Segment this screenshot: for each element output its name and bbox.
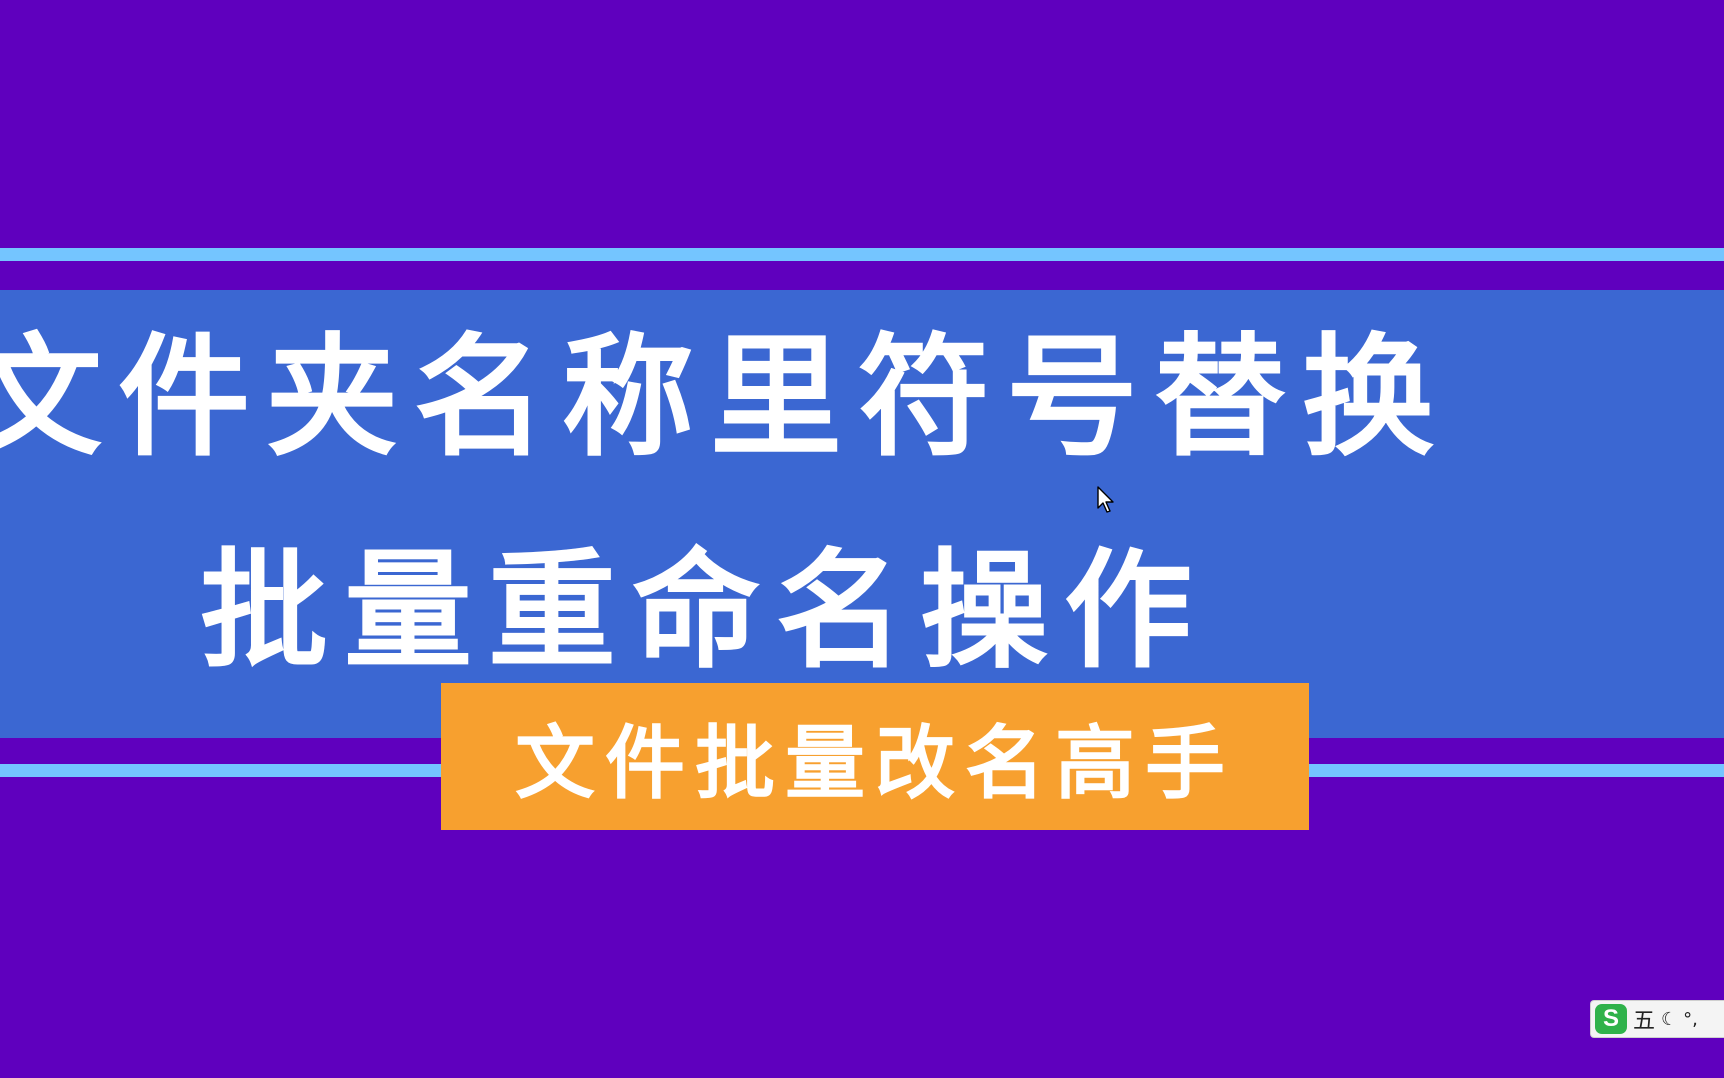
video-frame: 文件夹名称里符号替换 批量重命名操作 文件批量改名高手 S 五 ☾ °, [0, 0, 1724, 1078]
mouse-pointer-icon [1097, 486, 1114, 513]
title-line-1: 文件夹名称里符号替换 [0, 321, 1450, 475]
product-tag-label: 文件批量改名高手 [515, 716, 1235, 810]
punctuation-icon[interactable]: °, [1683, 1009, 1698, 1030]
title-line-2: 批量重命名操作 [200, 537, 1209, 686]
sogou-input-icon[interactable]: S [1595, 1004, 1627, 1034]
half-width-moon-icon[interactable]: ☾ [1661, 1009, 1677, 1030]
product-tag: 文件批量改名高手 [441, 683, 1309, 830]
ime-mode-label[interactable]: 五 [1633, 1003, 1655, 1035]
ime-status-bar[interactable]: S 五 ☾ °, [1590, 1000, 1724, 1038]
top-accent-stripe [0, 248, 1724, 261]
